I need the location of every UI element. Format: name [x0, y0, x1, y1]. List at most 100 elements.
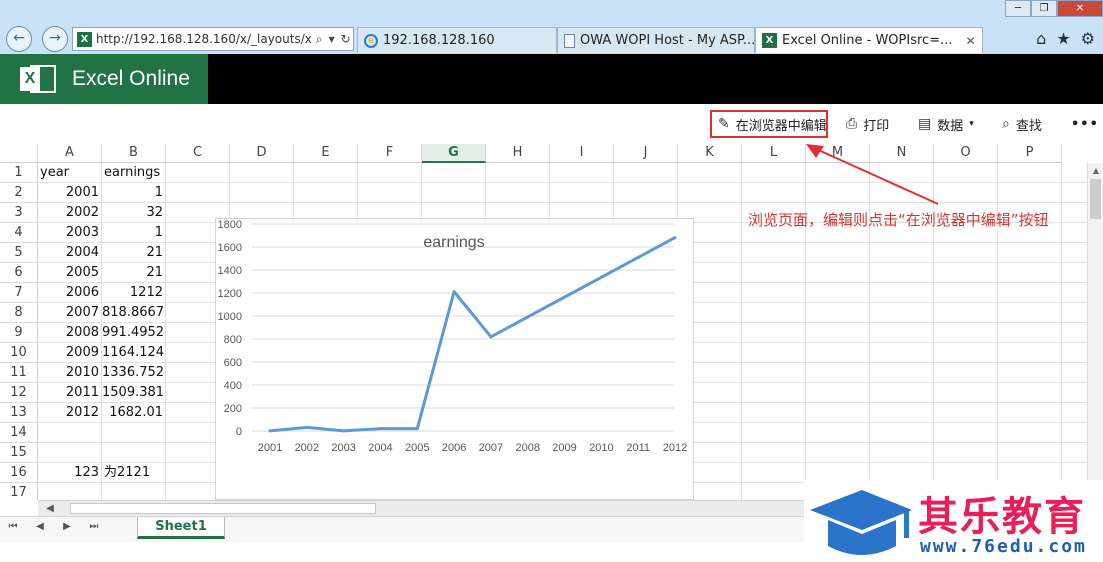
row-header-10[interactable]: 10: [0, 343, 38, 363]
scroll-up-icon[interactable]: ▲: [1088, 163, 1103, 179]
last-sheet-icon[interactable]: ⏭: [85, 521, 103, 532]
horizontal-scrollbar-thumb[interactable]: [70, 503, 376, 514]
cell-a7[interactable]: 2006: [38, 283, 102, 303]
cell-a3[interactable]: 2002: [38, 203, 102, 223]
row-header-3[interactable]: 3: [0, 203, 38, 223]
row-header-11[interactable]: 11: [0, 363, 38, 383]
column-header-l[interactable]: L: [742, 144, 806, 163]
scrollbar-thumb[interactable]: [1090, 179, 1101, 219]
vertical-scrollbar[interactable]: ▲: [1087, 163, 1103, 500]
print-button[interactable]: ⎙ 打印: [846, 112, 889, 136]
printer-icon: ⎙: [846, 116, 858, 132]
address-bar[interactable]: X http://192.168.128.160/x/_layouts/x ⌕ …: [72, 27, 354, 51]
column-header-f[interactable]: F: [358, 144, 422, 163]
tab-ip[interactable]: e 192.168.128.160: [357, 27, 557, 53]
search-icon[interactable]: ⌕: [316, 32, 323, 47]
cell-b8[interactable]: 818.8667: [102, 303, 166, 323]
row-header-2[interactable]: 2: [0, 183, 38, 203]
column-header-a[interactable]: A: [38, 144, 102, 163]
data-label: 数据: [937, 118, 964, 134]
first-sheet-icon[interactable]: ⏮: [4, 521, 22, 532]
tab-owa-wopi-host[interactable]: OWA WOPI Host - My ASP...: [557, 27, 755, 53]
minimize-button[interactable]: ─: [1005, 0, 1031, 17]
cell-b3[interactable]: 32: [102, 203, 166, 223]
cell-a11[interactable]: 2010: [38, 363, 102, 383]
row-header-4[interactable]: 4: [0, 223, 38, 243]
cell-a9[interactable]: 2008: [38, 323, 102, 343]
row-header-7[interactable]: 7: [0, 283, 38, 303]
cell-b10[interactable]: 1164.124: [102, 343, 166, 363]
row-header-1[interactable]: 1: [0, 163, 38, 183]
forward-button[interactable]: →: [42, 26, 68, 52]
excel-logo-icon: X: [20, 63, 58, 95]
data-menu-button[interactable]: ▤ 数据 ▾: [918, 112, 974, 136]
x-tick-label: 2001: [258, 442, 282, 454]
cell-a2[interactable]: 2001: [38, 183, 102, 203]
next-sheet-icon[interactable]: ▶: [58, 521, 76, 532]
more-options-button[interactable]: •••: [1071, 112, 1099, 136]
app-brand[interactable]: X Excel Online: [0, 54, 208, 104]
row-header-17[interactable]: 17: [0, 483, 38, 500]
tab-excel-online[interactable]: X Excel Online - WOPIsrc=... ✕: [755, 27, 983, 53]
cell-a4[interactable]: 2003: [38, 223, 102, 243]
dropdown-icon[interactable]: ▾: [329, 32, 335, 47]
settings-gear-icon[interactable]: ⚙: [1081, 29, 1095, 48]
column-header-k[interactable]: K: [678, 144, 742, 163]
chart-title: earnings: [423, 234, 484, 251]
cell-b6[interactable]: 21: [102, 263, 166, 283]
earnings-chart[interactable]: 0 200 400 600 800 1000 1200 1400 1600 1800 2001 200…: [215, 218, 694, 500]
cell-a8[interactable]: 2007: [38, 303, 102, 323]
cell-b13[interactable]: 1682.01: [102, 403, 166, 423]
row-header-14[interactable]: 14: [0, 423, 38, 443]
cell-b11[interactable]: 1336.752: [102, 363, 166, 383]
sheet-tab-sheet1[interactable]: Sheet1: [137, 517, 225, 539]
scroll-left-icon[interactable]: ◀: [38, 501, 62, 516]
address-text: http://192.168.128.160/x/_layouts/x: [96, 32, 312, 46]
horizontal-scrollbar[interactable]: ◀: [38, 500, 804, 516]
cell-b12[interactable]: 1509.381: [102, 383, 166, 403]
row-header-6[interactable]: 6: [0, 263, 38, 283]
cell-b5[interactable]: 21: [102, 243, 166, 263]
previous-sheet-icon[interactable]: ◀: [31, 521, 49, 532]
cell-a12[interactable]: 2011: [38, 383, 102, 403]
row-header-5[interactable]: 5: [0, 243, 38, 263]
cell-b4[interactable]: 1: [102, 223, 166, 243]
find-button[interactable]: ⌕ 查找: [1002, 112, 1042, 136]
column-header-h[interactable]: H: [486, 144, 550, 163]
column-header-j[interactable]: J: [614, 144, 678, 163]
cell-a1[interactable]: year: [38, 163, 102, 183]
cell-a13[interactable]: 2012: [38, 403, 102, 423]
column-header-p[interactable]: P: [998, 144, 1062, 163]
row-header-12[interactable]: 12: [0, 383, 38, 403]
column-header-d[interactable]: D: [230, 144, 294, 163]
column-header-e[interactable]: E: [294, 144, 358, 163]
cell-a10[interactable]: 2009: [38, 343, 102, 363]
home-icon[interactable]: ⌂: [1036, 29, 1046, 48]
restore-button[interactable]: ❐: [1031, 0, 1057, 17]
edit-in-browser-button[interactable]: ✎ 在浏览器中编辑: [710, 110, 828, 138]
cell-b7[interactable]: 1212: [102, 283, 166, 303]
column-header-c[interactable]: C: [166, 144, 230, 163]
favorites-star-icon[interactable]: ★: [1056, 29, 1070, 48]
column-header-g[interactable]: G: [422, 144, 486, 163]
cell-a5[interactable]: 2004: [38, 243, 102, 263]
cell-b16[interactable]: 为2121: [102, 463, 166, 483]
data-point: [305, 425, 309, 429]
row-header-13[interactable]: 13: [0, 403, 38, 423]
close-tab-icon[interactable]: ✕: [966, 34, 976, 48]
cell-b9[interactable]: 991.4952: [102, 323, 166, 343]
cell-a6[interactable]: 2005: [38, 263, 102, 283]
back-button[interactable]: ←: [6, 26, 32, 52]
cell-b1[interactable]: earnings: [102, 163, 166, 183]
refresh-icon[interactable]: ↻: [341, 32, 351, 47]
select-all-corner[interactable]: [0, 144, 38, 163]
column-header-i[interactable]: I: [550, 144, 614, 163]
column-header-b[interactable]: B: [102, 144, 166, 163]
row-header-9[interactable]: 9: [0, 323, 38, 343]
cell-a16[interactable]: 123: [38, 463, 102, 483]
row-header-16[interactable]: 16: [0, 463, 38, 483]
cell-b2[interactable]: 1: [102, 183, 166, 203]
close-window-button[interactable]: ✕: [1057, 0, 1103, 17]
row-header-15[interactable]: 15: [0, 443, 38, 463]
row-header-8[interactable]: 8: [0, 303, 38, 323]
